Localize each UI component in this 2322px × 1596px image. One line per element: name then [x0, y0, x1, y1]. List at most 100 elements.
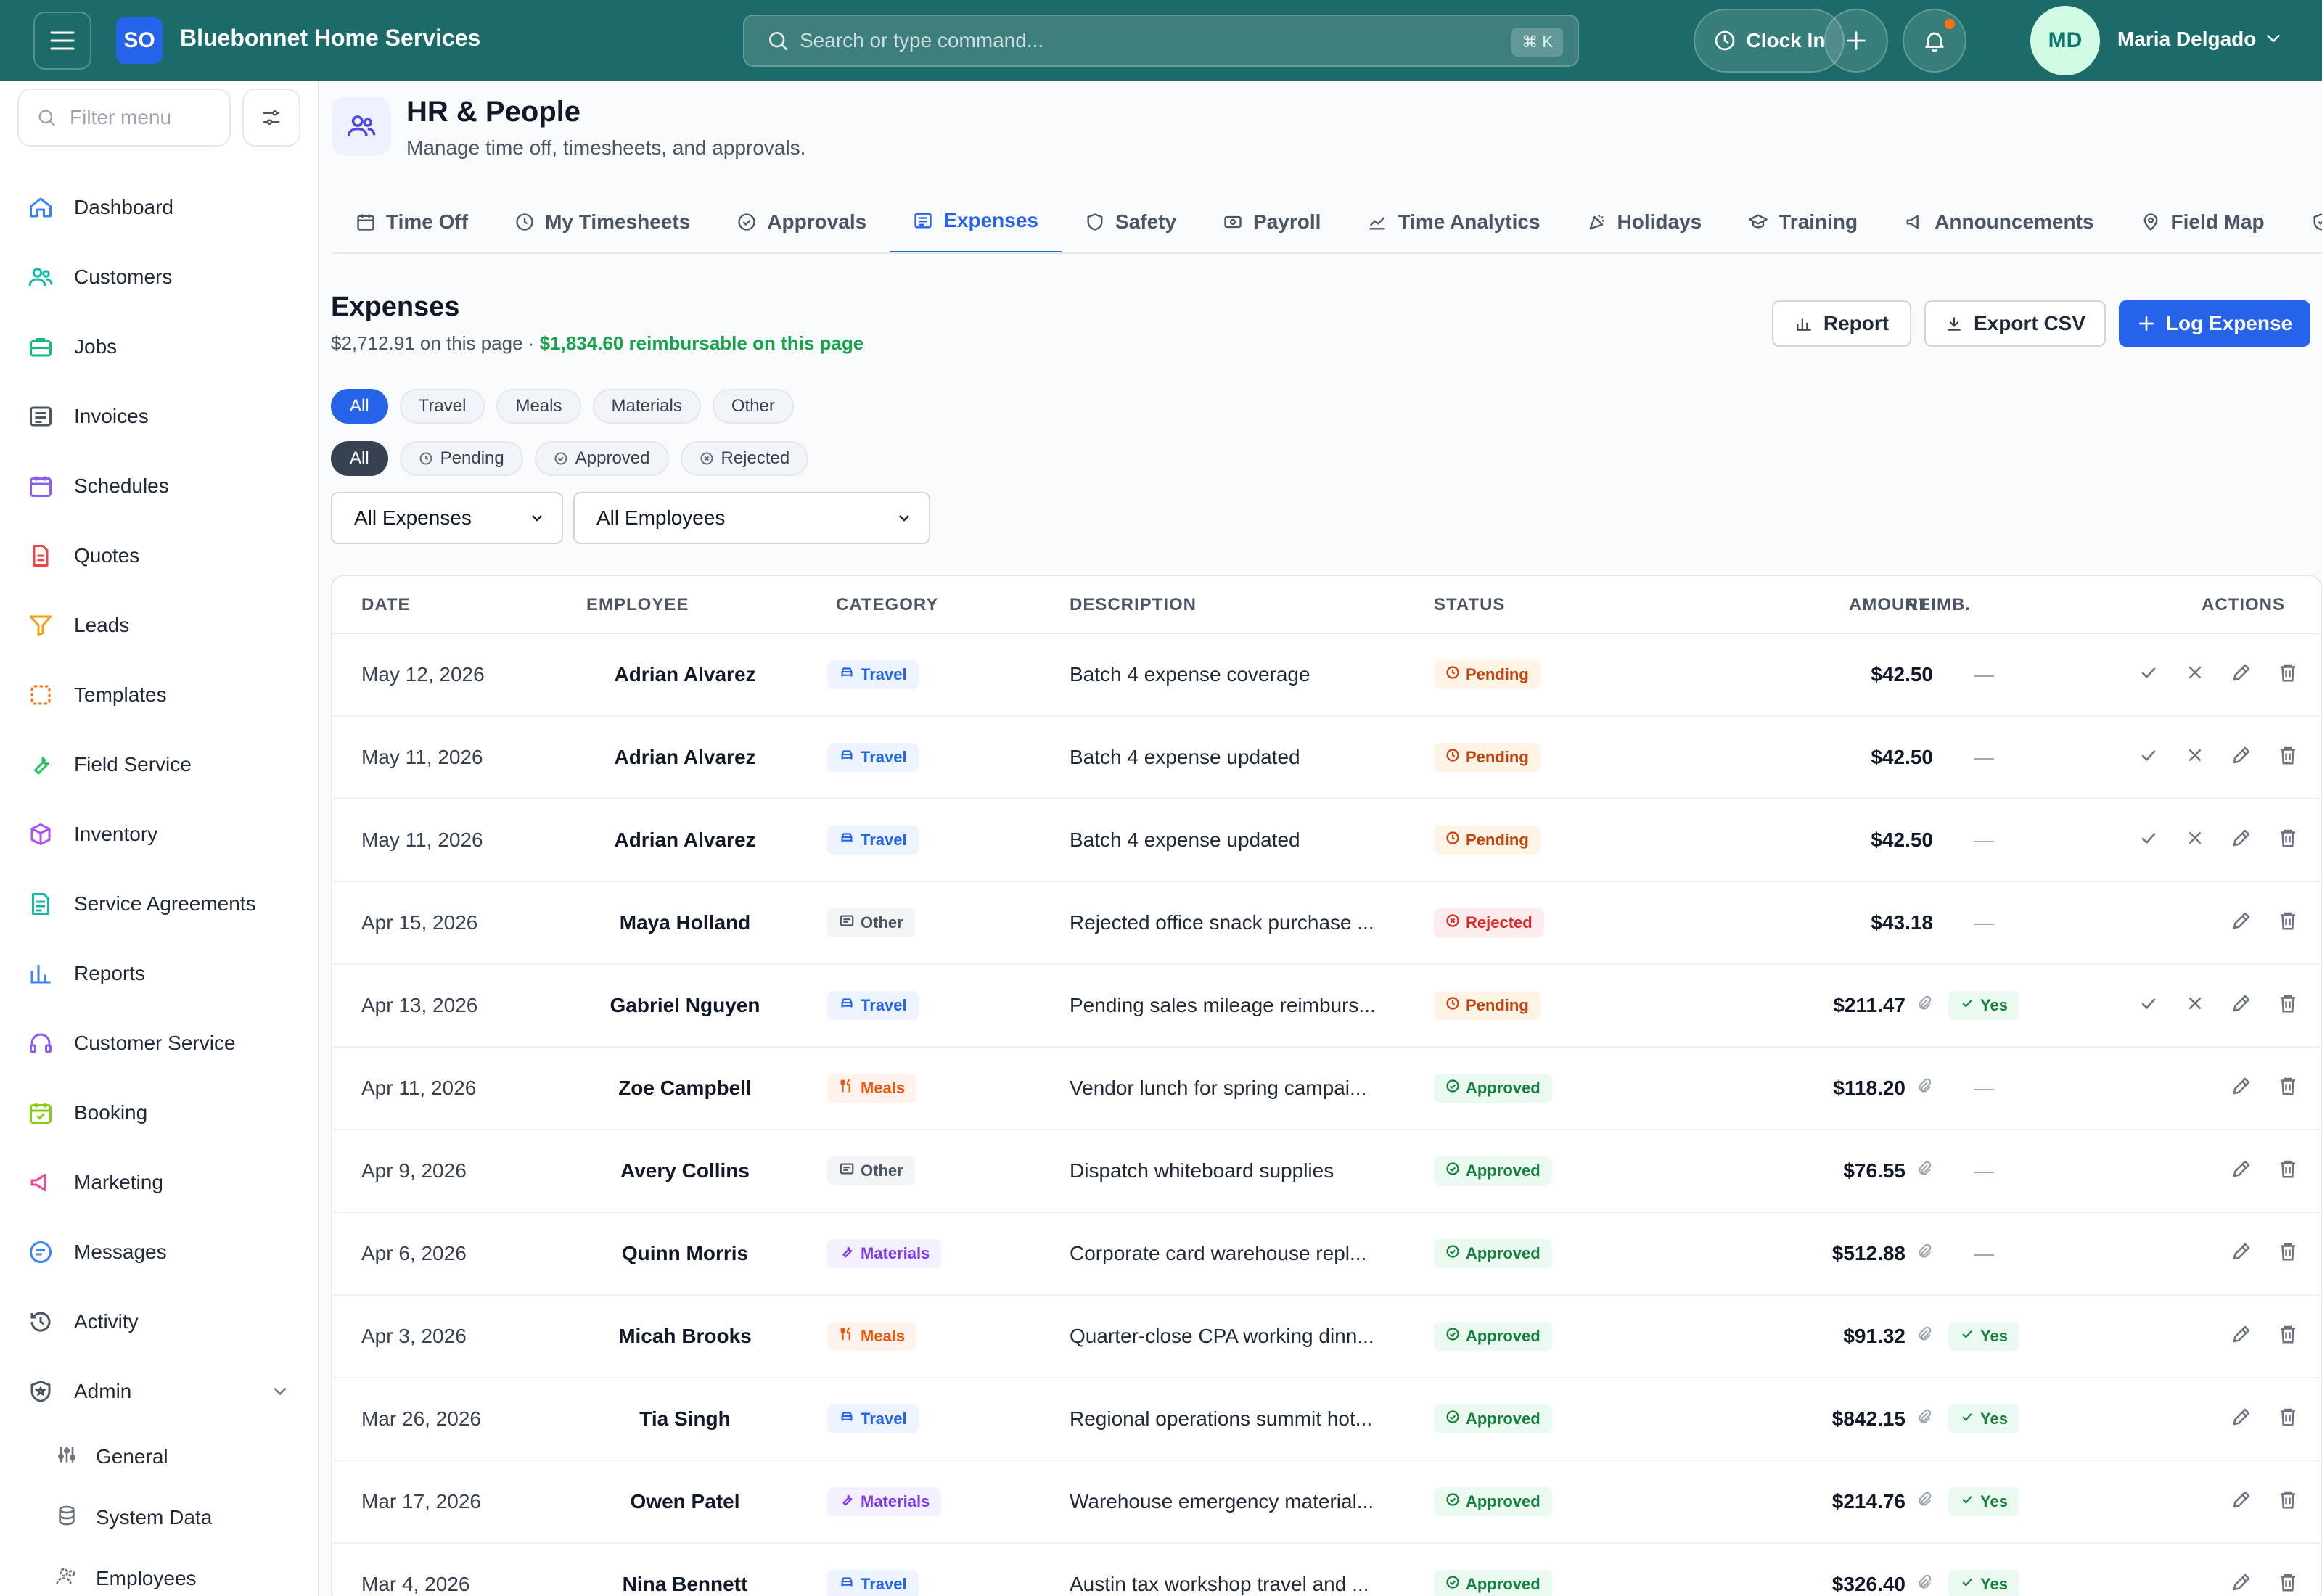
- tab-time-analytics[interactable]: Time Analytics: [1344, 190, 1563, 252]
- brand-name[interactable]: Bluebonnet Home Services: [180, 25, 480, 52]
- category-filter-all[interactable]: All: [331, 389, 388, 424]
- status-filter-pending[interactable]: Pending: [399, 441, 523, 476]
- quick-add-button[interactable]: [1824, 9, 1888, 73]
- category-filter-meals[interactable]: Meals: [496, 389, 581, 424]
- sidebar-item-reports[interactable]: Reports: [0, 939, 319, 1008]
- category-filter-travel[interactable]: Travel: [399, 389, 485, 424]
- edit-button[interactable]: [2229, 1407, 2254, 1431]
- sidebar-item-inventory[interactable]: Inventory: [0, 799, 319, 869]
- table-row[interactable]: Apr 13, 2026 Gabriel Nguyen Travel Pending …: [332, 965, 2321, 1048]
- sidebar-item-invoices[interactable]: Invoices: [0, 382, 319, 451]
- status-filter-rejected[interactable]: Rejected: [680, 441, 809, 476]
- table-row[interactable]: May 11, 2026 Adrian Alvarez Travel Batch 4 …: [332, 799, 2321, 882]
- delete-button[interactable]: [2276, 1324, 2300, 1349]
- table-row[interactable]: Mar 17, 2026 Owen Patel Materials Warehouse…: [332, 1461, 2321, 1544]
- delete-button[interactable]: [2276, 662, 2300, 687]
- table-row[interactable]: Apr 9, 2026 Avery Collins Other Dispatch wh…: [332, 1130, 2321, 1213]
- category-filter-materials[interactable]: Materials: [592, 389, 701, 424]
- sidebar-item-activity[interactable]: Activity: [0, 1287, 319, 1357]
- tab-safety[interactable]: Safety: [1062, 190, 1199, 252]
- sidebar-item-dashboard[interactable]: Dashboard: [0, 173, 319, 242]
- avatar[interactable]: MD: [2030, 6, 2100, 75]
- header-category[interactable]: CATEGORY: [836, 595, 938, 615]
- log-expense-button[interactable]: Log Expense: [2119, 300, 2310, 347]
- sidebar-item-customer-service[interactable]: Customer Service: [0, 1008, 319, 1078]
- delete-button[interactable]: [2276, 1489, 2300, 1514]
- table-row[interactable]: Mar 4, 2026 Nina Bennett Travel Austin tax …: [332, 1544, 2321, 1596]
- reject-button[interactable]: [2183, 662, 2207, 687]
- employee-select[interactable]: All Employees: [573, 492, 930, 544]
- sidebar-item-templates[interactable]: Templates: [0, 660, 319, 730]
- sidebar-item-field-service[interactable]: Field Service: [0, 730, 319, 799]
- report-button[interactable]: Report: [1772, 300, 1911, 347]
- tab-payroll[interactable]: Payroll: [1199, 190, 1344, 252]
- table-row[interactable]: May 12, 2026 Adrian Alvarez Travel Batch 4 …: [332, 634, 2321, 717]
- delete-button[interactable]: [2276, 828, 2300, 852]
- delete-button[interactable]: [2276, 1572, 2300, 1596]
- expense-type-select[interactable]: All Expenses: [331, 492, 563, 544]
- sidebar-item-marketing[interactable]: Marketing: [0, 1148, 319, 1217]
- delete-button[interactable]: [2276, 1241, 2300, 1266]
- category-filter-other[interactable]: Other: [712, 389, 794, 424]
- reject-button[interactable]: [2183, 993, 2207, 1018]
- clock-in-button[interactable]: Clock In: [1694, 9, 1845, 73]
- edit-button[interactable]: [2229, 662, 2254, 687]
- menu-button[interactable]: [33, 12, 91, 70]
- filter-menu[interactable]: [17, 89, 231, 147]
- delete-button[interactable]: [2276, 993, 2300, 1018]
- edit-button[interactable]: [2229, 1489, 2254, 1514]
- sidebar-item-quotes[interactable]: Quotes: [0, 521, 319, 591]
- sidebar-item-booking[interactable]: Booking: [0, 1078, 319, 1148]
- reject-button[interactable]: [2183, 745, 2207, 770]
- approve-button[interactable]: [2136, 828, 2161, 852]
- delete-button[interactable]: [2276, 1076, 2300, 1101]
- reject-button[interactable]: [2183, 828, 2207, 852]
- edit-button[interactable]: [2229, 1241, 2254, 1266]
- filter-menu-input[interactable]: [70, 106, 215, 129]
- sidebar-item-schedules[interactable]: Schedules: [0, 451, 319, 521]
- table-row[interactable]: Apr 11, 2026 Zoe Campbell Meals Vendor lunc…: [332, 1048, 2321, 1130]
- tab-time-off[interactable]: Time Off: [332, 190, 491, 252]
- edit-button[interactable]: [2229, 1572, 2254, 1596]
- tab-holidays[interactable]: Holidays: [1564, 190, 1726, 252]
- edit-button[interactable]: [2229, 910, 2254, 935]
- sidebar-subitem-employees[interactable]: Employees: [0, 1548, 319, 1596]
- header-reimb[interactable]: REIMB.: [1905, 595, 1971, 615]
- table-row[interactable]: Apr 15, 2026 Maya Holland Other Rejected of…: [332, 882, 2321, 965]
- edit-button[interactable]: [2229, 745, 2254, 770]
- header-description[interactable]: DESCRIPTION: [1070, 595, 1197, 615]
- sidebar-subitem-general[interactable]: General: [0, 1426, 319, 1487]
- tab-expenses[interactable]: Expenses: [890, 190, 1062, 252]
- tab-my-timesheets[interactable]: My Timesheets: [491, 190, 713, 252]
- table-row[interactable]: Apr 6, 2026 Quinn Morris Materials Corporat…: [332, 1213, 2321, 1296]
- tab-training[interactable]: Training: [1725, 190, 1881, 252]
- tab-overflow[interactable]: C: [2288, 190, 2322, 252]
- filter-settings-button[interactable]: [242, 89, 300, 147]
- user-name[interactable]: Maria Delgado: [2117, 28, 2256, 51]
- tab-approvals[interactable]: Approvals: [713, 190, 890, 252]
- sidebar-subitem-system-data[interactable]: System Data: [0, 1487, 319, 1548]
- tab-announcements[interactable]: Announcements: [1881, 190, 2117, 252]
- notifications-button[interactable]: [1903, 9, 1966, 73]
- approve-button[interactable]: [2136, 662, 2161, 687]
- search-input[interactable]: [800, 29, 1453, 52]
- edit-button[interactable]: [2229, 828, 2254, 852]
- edit-button[interactable]: [2229, 1076, 2254, 1101]
- sidebar-item-service-agreements[interactable]: Service Agreements: [0, 869, 319, 939]
- delete-button[interactable]: [2276, 910, 2300, 935]
- table-row[interactable]: Mar 26, 2026 Tia Singh Travel Regional oper…: [332, 1378, 2321, 1461]
- delete-button[interactable]: [2276, 745, 2300, 770]
- header-status[interactable]: STATUS: [1434, 595, 1505, 615]
- sidebar-item-customers[interactable]: Customers: [0, 242, 319, 312]
- brand-logo[interactable]: SO: [116, 17, 163, 64]
- header-employee[interactable]: EMPLOYEE: [586, 595, 689, 615]
- edit-button[interactable]: [2229, 1324, 2254, 1349]
- delete-button[interactable]: [2276, 1159, 2300, 1183]
- command-search[interactable]: ⌘ K: [743, 15, 1579, 67]
- sidebar-item-leads[interactable]: Leads: [0, 591, 319, 660]
- sidebar-item-jobs[interactable]: Jobs: [0, 312, 319, 382]
- edit-button[interactable]: [2229, 1159, 2254, 1183]
- delete-button[interactable]: [2276, 1407, 2300, 1431]
- edit-button[interactable]: [2229, 993, 2254, 1018]
- sidebar-item-admin[interactable]: Admin: [0, 1357, 319, 1426]
